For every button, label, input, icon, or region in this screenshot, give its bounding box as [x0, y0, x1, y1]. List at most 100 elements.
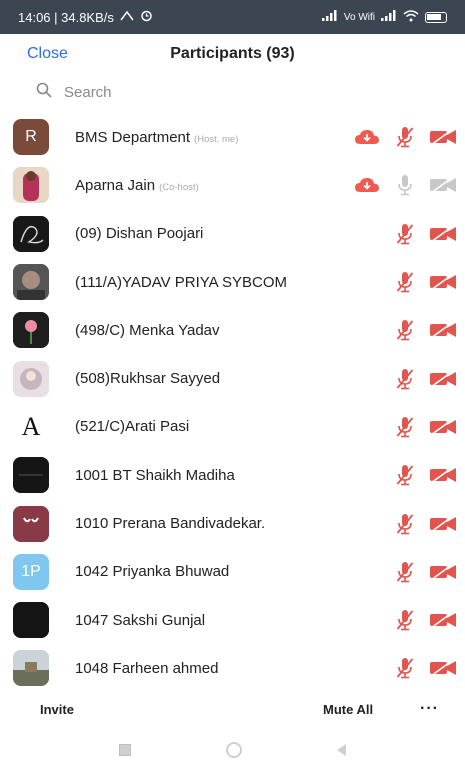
- wifi-icon: [403, 9, 419, 25]
- participant-row[interactable]: (498/C) Menka Yadav: [0, 306, 465, 354]
- header: Close Participants (93): [0, 34, 465, 74]
- microphone-muted-icon[interactable]: [391, 367, 419, 391]
- video-off-icon[interactable]: [429, 318, 457, 342]
- participant-role: (Host, me): [194, 133, 239, 145]
- participant-name-text: Aparna Jain: [75, 176, 156, 194]
- participant-name-text: (521/C)Arati Pasi: [75, 418, 190, 436]
- participant-row[interactable]: (508)Rukhsar Sayyed: [0, 354, 465, 402]
- alarm-icon: [140, 9, 153, 25]
- video-off-icon[interactable]: [429, 173, 457, 197]
- microphone-muted-icon[interactable]: [391, 270, 419, 294]
- participant-row[interactable]: 1047 Sakshi Gunjal: [0, 596, 465, 644]
- microphone-muted-icon[interactable]: [391, 222, 419, 246]
- video-off-icon[interactable]: [429, 270, 457, 294]
- search-input[interactable]: [62, 82, 366, 102]
- search-bar[interactable]: [36, 78, 436, 106]
- participant-name-text: 1047 Sakshi Gunjal: [75, 611, 206, 629]
- video-off-icon[interactable]: [429, 463, 457, 487]
- participant-name-text: (09) Dishan Poojari: [75, 225, 204, 243]
- microphone-icon[interactable]: [391, 173, 419, 197]
- participant-status-icons: [381, 318, 457, 342]
- avatar: [13, 312, 49, 349]
- video-off-icon[interactable]: [429, 560, 457, 584]
- status-left: 14:06 | 34.8KB/s: [18, 9, 153, 25]
- participant-name: Aparna Jain (Co-host): [75, 177, 199, 194]
- avatar-initials: A: [21, 411, 41, 441]
- participant-name-text: BMS Department: [75, 128, 191, 146]
- video-off-icon[interactable]: [429, 222, 457, 246]
- participant-row[interactable]: Aparna Jain (Co-host): [0, 161, 465, 209]
- microphone-muted-icon[interactable]: [391, 608, 419, 632]
- participant-name: BMS Department (Host, me): [75, 129, 238, 146]
- back-button[interactable]: [337, 743, 346, 756]
- participant-name-text: (111/A)YADAV PRIYA SYBCOM: [75, 273, 288, 291]
- avatar-initials: 1P: [21, 562, 41, 580]
- video-off-icon[interactable]: [429, 367, 457, 391]
- video-off-icon[interactable]: [429, 125, 457, 149]
- avatar: [13, 215, 49, 252]
- participant-name: (521/C)Arati Pasi: [75, 418, 189, 435]
- system-nav-bar: [0, 735, 465, 764]
- video-off-icon[interactable]: [429, 415, 457, 439]
- avatar: [13, 167, 49, 204]
- participant-name-text: 1001 BT Shaikh Madiha: [75, 466, 235, 484]
- participant-status-icons: [381, 608, 457, 632]
- participant-row[interactable]: (09) Dishan Poojari: [0, 210, 465, 258]
- avatar: [13, 457, 49, 494]
- participant-name-text: (508)Rukhsar Sayyed: [75, 370, 221, 388]
- participant-status-icons: [343, 125, 457, 149]
- close-button[interactable]: Close: [27, 45, 68, 63]
- bottom-toolbar: Invite Mute All ···: [0, 694, 465, 724]
- participant-status-icons: [381, 512, 457, 536]
- participant-row[interactable]: 1001 BT Shaikh Madiha: [0, 451, 465, 499]
- more-button[interactable]: ···: [420, 700, 439, 718]
- participant-status-icons: [381, 367, 457, 391]
- participant-status-icons: [381, 270, 457, 294]
- participant-name: 1047 Sakshi Gunjal: [75, 612, 205, 629]
- microphone-muted-icon[interactable]: [391, 318, 419, 342]
- participant-list[interactable]: R BMS Department (Host, me) Aparna Jain (Co-…: [0, 113, 465, 693]
- network-label: Vo Wifi: [343, 11, 375, 23]
- participant-status-icons: [343, 173, 457, 197]
- status-time-speed: 14:06 | 34.8KB/s: [18, 9, 114, 25]
- participant-name-text: 1042 Priyanka Bhuwad: [75, 563, 230, 581]
- participant-row[interactable]: 1048 Farheen ahmed: [0, 644, 465, 692]
- participant-row[interactable]: 1P 1042 Priyanka Bhuwad: [0, 548, 465, 596]
- participant-name: (09) Dishan Poojari: [75, 225, 203, 242]
- participant-name: (498/C) Menka Yadav: [75, 322, 220, 339]
- microphone-muted-icon[interactable]: [391, 512, 419, 536]
- participant-name-text: (498/C) Menka Yadav: [75, 321, 220, 339]
- participant-row[interactable]: (111/A)YADAV PRIYA SYBCOM: [0, 258, 465, 306]
- invite-button[interactable]: Invite: [40, 702, 74, 717]
- participant-name-text: 1010 Prerana Bandivadekar.: [75, 515, 266, 533]
- participant-status-icons: [381, 463, 457, 487]
- participant-row[interactable]: R BMS Department (Host, me): [0, 113, 465, 161]
- status-right: Vo Wifi: [321, 9, 447, 25]
- video-off-icon[interactable]: [429, 656, 457, 680]
- participant-role: (Co-host): [159, 181, 199, 193]
- participant-status-icons: [381, 656, 457, 680]
- microphone-muted-icon[interactable]: [391, 560, 419, 584]
- signal-icon-2: [381, 10, 397, 24]
- microphone-muted-icon[interactable]: [391, 125, 419, 149]
- participant-name-text: 1048 Farheen ahmed: [75, 659, 219, 677]
- recents-button[interactable]: [119, 743, 131, 756]
- cloud-icon: [353, 125, 381, 149]
- participant-name: 1048 Farheen ahmed: [75, 660, 218, 677]
- participant-row[interactable]: A (521/C)Arati Pasi: [0, 403, 465, 451]
- participant-row[interactable]: 1010 Prerana Bandivadekar.: [0, 499, 465, 547]
- participant-status-icons: [381, 222, 457, 246]
- home-button[interactable]: [226, 741, 242, 758]
- participant-status-icons: [381, 560, 457, 584]
- microphone-muted-icon[interactable]: [391, 463, 419, 487]
- avatar: R: [13, 119, 49, 156]
- signal-icon: [321, 10, 338, 24]
- avatar-initials: R: [25, 128, 37, 146]
- video-off-icon[interactable]: [429, 512, 457, 536]
- mute-all-button[interactable]: Mute All: [323, 702, 373, 717]
- participant-name: 1042 Priyanka Bhuwad: [75, 563, 229, 580]
- avatar: [13, 505, 49, 542]
- video-off-icon[interactable]: [429, 608, 457, 632]
- microphone-muted-icon[interactable]: [391, 415, 419, 439]
- microphone-muted-icon[interactable]: [391, 656, 419, 680]
